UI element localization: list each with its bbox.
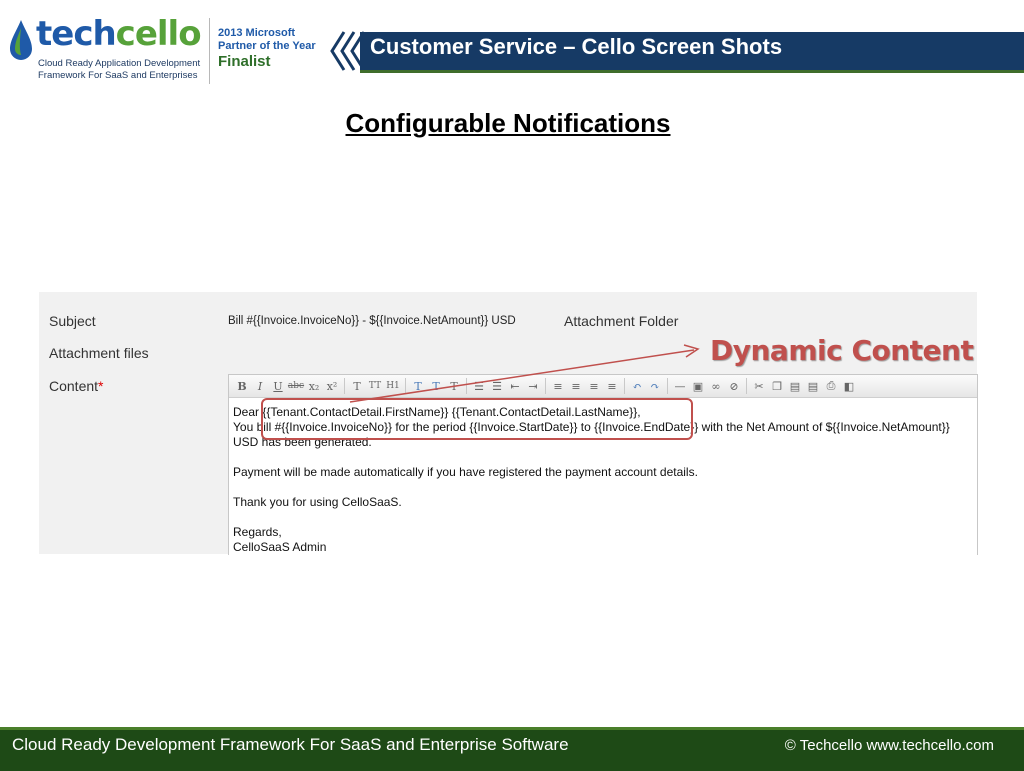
print-icon[interactable]: ⎙	[823, 377, 839, 395]
link-icon[interactable]: ∞	[708, 377, 724, 395]
strikethrough-button[interactable]: abc	[288, 377, 304, 395]
logo-tagline-1: Cloud Ready Application Development	[38, 58, 201, 69]
logo-tagline-2: Framework For SaaS and Enterprises	[38, 70, 198, 81]
italic-button[interactable]: I	[252, 377, 268, 395]
editor-line	[233, 510, 950, 525]
clear-format-icon[interactable]: T	[446, 377, 462, 395]
droplet-logo-icon	[10, 20, 32, 60]
logo-wordmark: techcello	[36, 12, 202, 56]
subscript-button[interactable]: x₂	[306, 377, 322, 395]
bullet-list-icon[interactable]: ☰	[471, 377, 487, 395]
redo-icon[interactable]: ↷	[647, 377, 663, 395]
footer-tagline: Cloud Ready Development Framework For Sa…	[12, 735, 569, 754]
toolbar-separator	[466, 378, 467, 394]
footer-copyright: © Techcello www.techcello.com	[784, 737, 994, 754]
page-title: Configurable Notifications	[345, 108, 671, 138]
superscript-button[interactable]: x²	[324, 377, 340, 395]
editor-line	[233, 450, 950, 465]
highlight-icon[interactable]: T	[428, 377, 444, 395]
award-line-1: 2013 Microsoft	[218, 27, 296, 39]
toolbar-separator	[545, 378, 546, 394]
subject-label: Subject	[49, 313, 96, 329]
dynamic-content-label: Dynamic Content	[710, 334, 974, 367]
underline-button[interactable]: U	[270, 377, 286, 395]
techcello-logo: techcello Cloud Ready Application Develo…	[6, 14, 206, 86]
logo-word-cello: cello	[115, 14, 202, 54]
paste-icon[interactable]: ▤	[787, 377, 803, 395]
heading-button[interactable]: H1	[385, 377, 401, 395]
editor-line: CelloSaaS Admin	[233, 540, 327, 554]
subject-input[interactable]: Bill #{{Invoice.InvoiceNo}} - ${{Invoice…	[228, 315, 516, 327]
logo-word-tech: tech	[36, 14, 117, 54]
attachment-folder-label: Attachment Folder	[564, 313, 679, 329]
align-left-icon[interactable]: ≡	[550, 377, 566, 395]
align-right-icon[interactable]: ≡	[586, 377, 602, 395]
numbered-list-icon[interactable]: ☰	[489, 377, 505, 395]
award-line-3: Finalist	[218, 53, 271, 70]
header-title: Customer Service – Cello Screen Shots	[370, 34, 783, 59]
align-center-icon[interactable]: ≡	[568, 377, 584, 395]
horizontal-rule-icon[interactable]: —	[672, 377, 688, 395]
indent-icon[interactable]: ⇥	[525, 377, 541, 395]
font-size-button[interactable]: TT	[367, 377, 383, 395]
source-icon[interactable]: ◧	[841, 377, 857, 395]
header-divider	[209, 18, 210, 84]
editor-toolbar: B I U abc x₂ x² T TT H1 T T T ☰ ☰ ⇤ ⇥ ≡ …	[229, 375, 977, 398]
toolbar-separator	[746, 378, 747, 394]
toolbar-separator	[344, 378, 345, 394]
bold-button[interactable]: B	[234, 377, 250, 395]
award-line-2: Partner of the Year	[218, 40, 316, 52]
content-label: Content*	[49, 378, 104, 394]
toolbar-separator	[405, 378, 406, 394]
award-badge: 2013 Microsoft Partner of the Year Final…	[218, 27, 316, 70]
toolbar-separator	[667, 378, 668, 394]
align-justify-icon[interactable]: ≡	[604, 377, 620, 395]
paste-text-icon[interactable]: ▤	[805, 377, 821, 395]
content-label-text: Content	[49, 378, 99, 394]
text-color-icon[interactable]: T	[410, 377, 426, 395]
editor-line: Regards,	[233, 525, 282, 539]
required-mark: *	[98, 378, 104, 394]
outdent-icon[interactable]: ⇤	[507, 377, 523, 395]
editor-line: Thank you for using CelloSaaS.	[233, 495, 402, 509]
unlink-icon[interactable]: ⊘	[726, 377, 742, 395]
toolbar-separator	[624, 378, 625, 394]
copy-icon[interactable]: ❐	[769, 377, 785, 395]
cut-icon[interactable]: ✂	[751, 377, 767, 395]
undo-icon[interactable]: ↶	[629, 377, 645, 395]
editor-line: Payment will be made automatically if yo…	[233, 465, 698, 479]
font-family-button[interactable]: T	[349, 377, 365, 395]
image-icon[interactable]: ▣	[690, 377, 706, 395]
attachment-files-label: Attachment files	[49, 345, 149, 361]
dynamic-content-highlight	[261, 398, 693, 440]
editor-line	[233, 480, 950, 495]
